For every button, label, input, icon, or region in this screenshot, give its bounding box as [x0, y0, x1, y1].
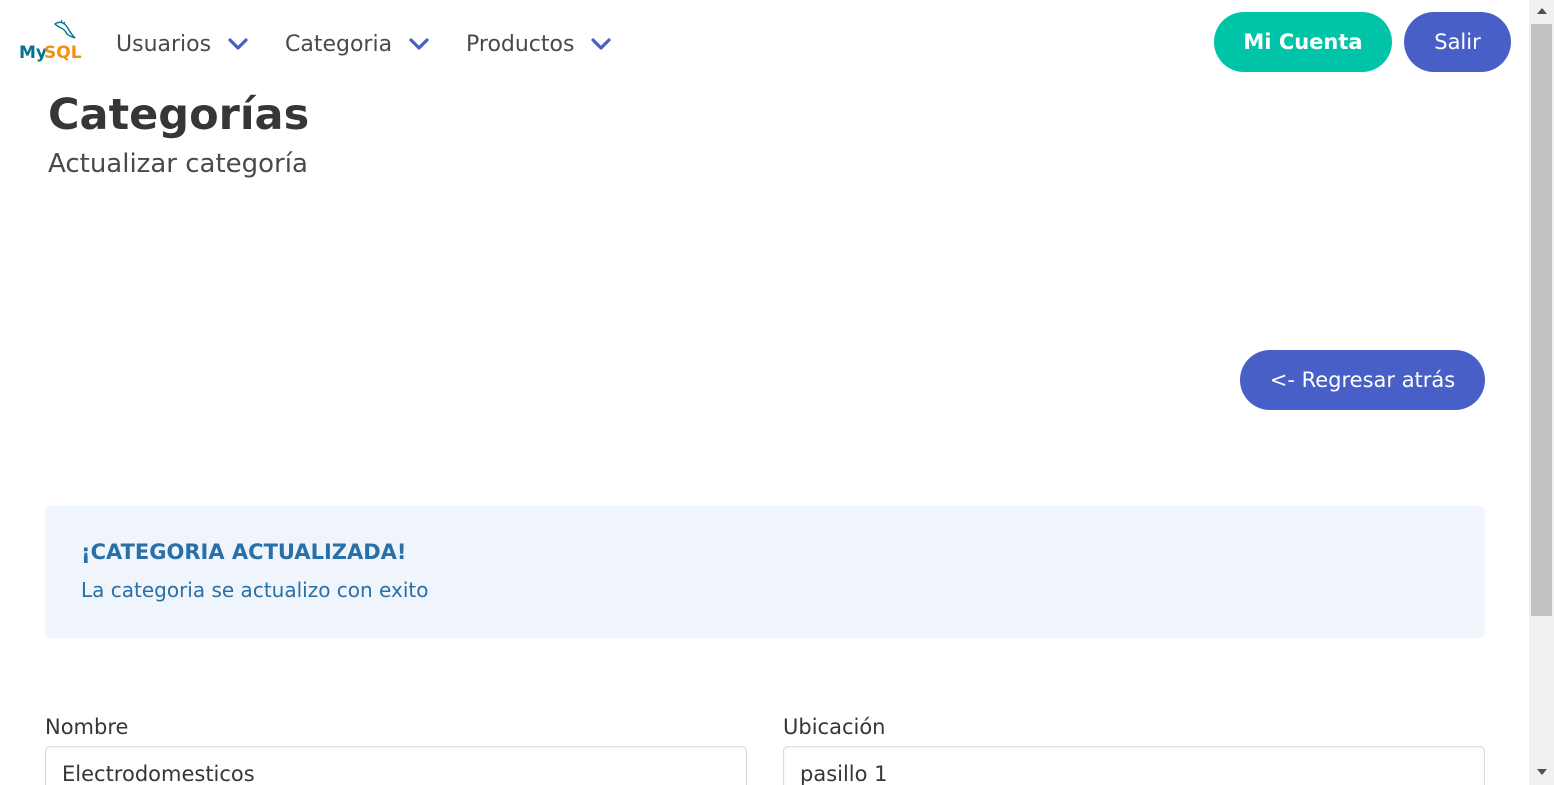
nav-item-categoria[interactable]: Categoria [285, 28, 430, 60]
nav-item-label: Usuarios [116, 31, 212, 57]
logout-button[interactable]: Salir [1404, 12, 1511, 72]
mysql-logo[interactable]: My SQL . [17, 18, 83, 66]
scroll-down-arrow-icon[interactable] [1529, 763, 1554, 781]
page: My SQL . Usuarios Categoria Productos Mi… [0, 0, 1554, 785]
nav-item-label: Categoria [285, 31, 393, 57]
chevron-down-icon [590, 37, 612, 51]
ubicacion-input[interactable] [783, 746, 1485, 785]
svg-text:.: . [77, 51, 80, 61]
navbar: My SQL . Usuarios Categoria Productos Mi… [0, 0, 1529, 88]
mysql-dolphin-icon: My SQL . [19, 19, 82, 63]
nombre-input[interactable] [45, 746, 747, 785]
notification-message: La categoria se actualizo con exito [81, 578, 429, 602]
scroll-up-arrow-icon[interactable] [1529, 2, 1554, 20]
vertical-scrollbar[interactable] [1529, 0, 1554, 785]
nav-item-productos[interactable]: Productos [466, 28, 612, 60]
scrollbar-thumb[interactable] [1531, 24, 1552, 616]
chevron-down-icon [408, 37, 430, 51]
success-notification: ¡CATEGORIA ACTUALIZADA! La categoria se … [45, 506, 1485, 638]
chevron-down-icon [227, 37, 249, 51]
svg-text:My: My [19, 43, 47, 63]
nav-item-usuarios[interactable]: Usuarios [116, 28, 249, 60]
ubicacion-label: Ubicación [783, 715, 886, 739]
page-subtitle: Actualizar categoría [48, 149, 308, 179]
my-account-button[interactable]: Mi Cuenta [1214, 12, 1392, 72]
nombre-label: Nombre [45, 715, 129, 739]
nav-item-label: Productos [466, 31, 575, 57]
notification-title: ¡CATEGORIA ACTUALIZADA! [81, 540, 407, 564]
back-button[interactable]: <- Regresar atrás [1240, 350, 1485, 410]
page-title: Categorías [48, 90, 310, 140]
